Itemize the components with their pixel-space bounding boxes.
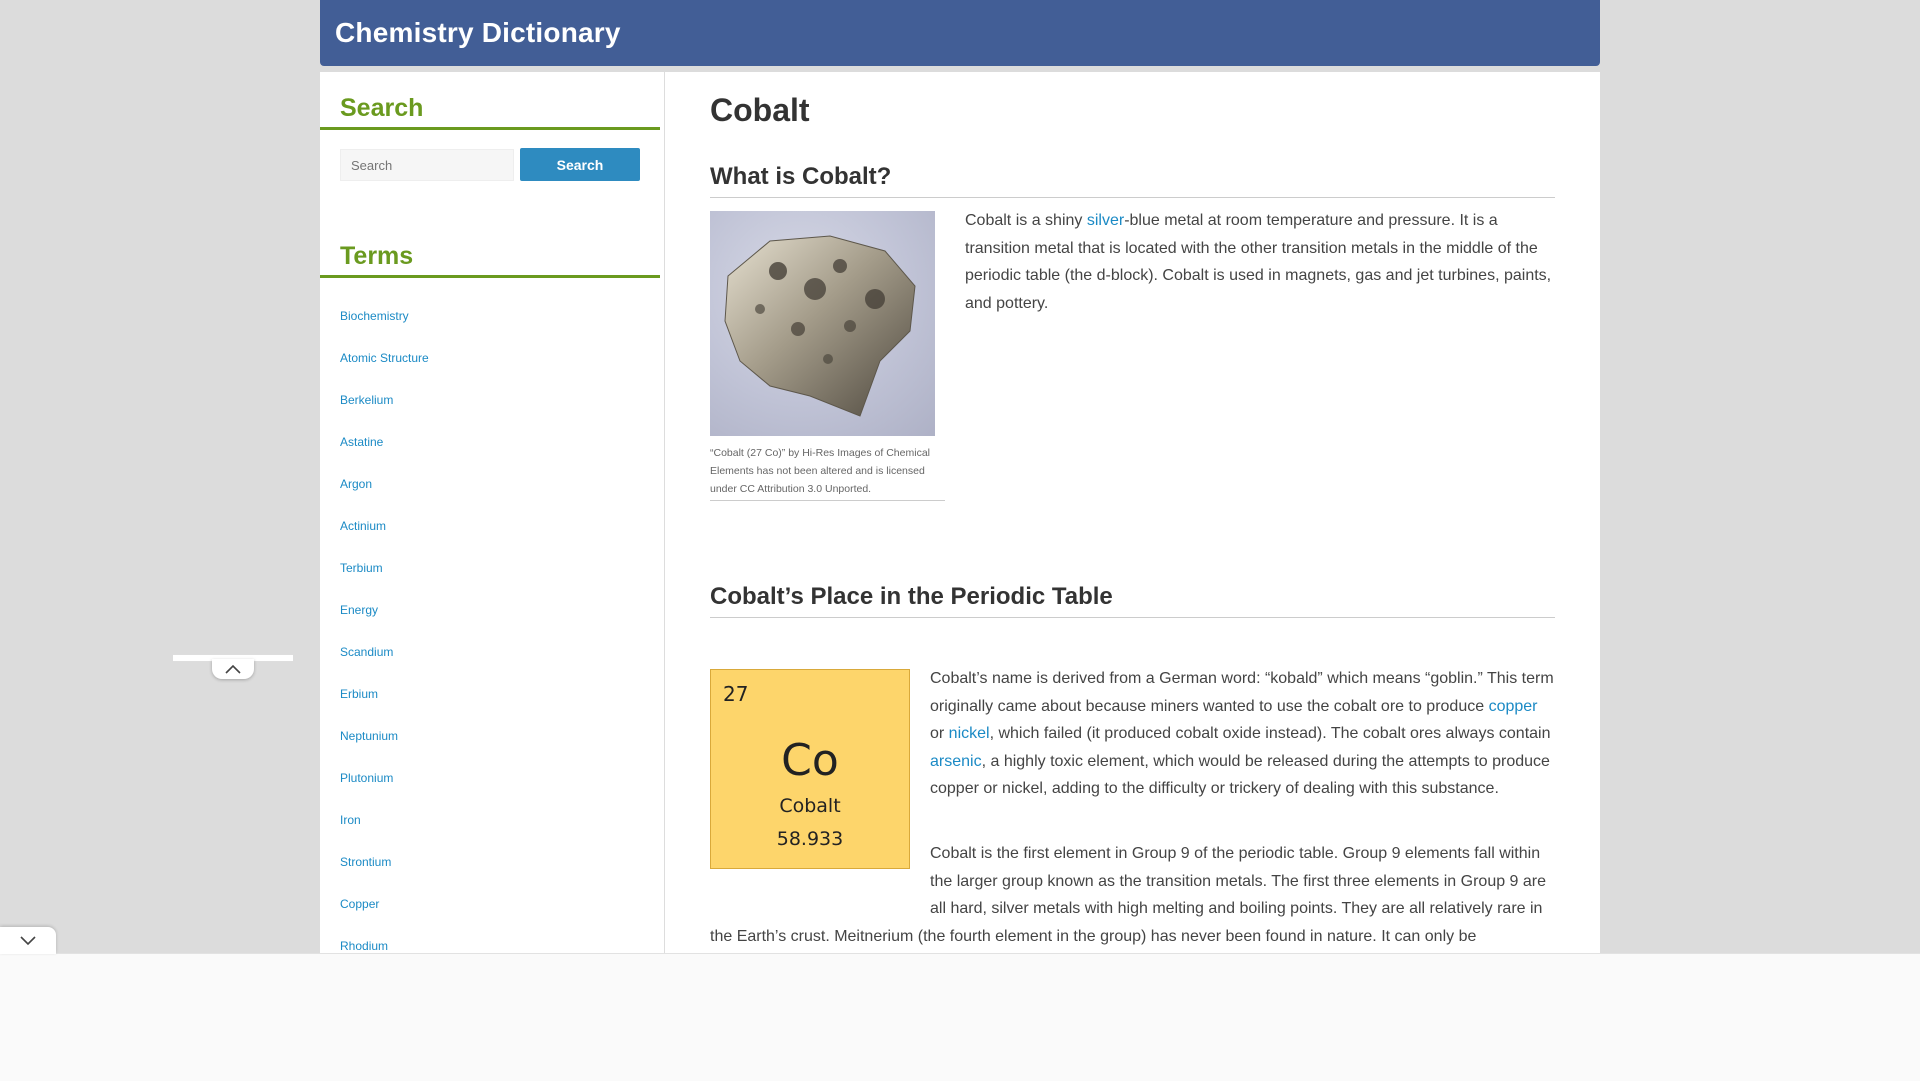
name-origin-paragraph: Cobalt’s name is derived from a German w… (930, 665, 1555, 803)
term-link[interactable]: Iron (340, 813, 361, 827)
term-link[interactable]: Atomic Structure (340, 351, 429, 365)
list-item: Copper (340, 895, 429, 937)
section-heading-what-is-cobalt: What is Cobalt? (710, 163, 1555, 198)
link-silver[interactable]: silver (1087, 212, 1124, 229)
list-item: Strontium (340, 853, 429, 895)
search-button[interactable]: Search (520, 148, 640, 181)
list-item: Berkelium (340, 391, 429, 433)
list-item: Argon (340, 475, 429, 517)
list-item: Actinium (340, 517, 429, 559)
collapse-ad-button[interactable] (0, 927, 56, 954)
term-link[interactable]: Biochemistry (340, 309, 409, 323)
chevron-up-icon (225, 664, 241, 674)
text-span: , a highly toxic element, which would be… (930, 752, 1550, 798)
term-link[interactable]: Berkelium (340, 393, 393, 407)
list-item: Plutonium (340, 769, 429, 811)
term-link[interactable]: Strontium (340, 855, 391, 869)
term-link[interactable]: Plutonium (340, 771, 393, 785)
text-span: or (930, 725, 949, 742)
page-wrapper: Search Search Terms Biochemistry Atomic … (320, 72, 1600, 1080)
list-item: Scandium (340, 643, 429, 685)
search-input[interactable] (340, 149, 514, 181)
term-link[interactable]: Actinium (340, 519, 386, 533)
term-link[interactable]: Scandium (340, 645, 393, 659)
list-item: Erbium (340, 685, 429, 727)
image-caption: “Cobalt (27 Co)” by Hi-Res Images of Che… (710, 444, 945, 501)
intro-paragraph: Cobalt is a shiny silver-blue metal at r… (965, 207, 1555, 317)
element-name: Cobalt (779, 795, 841, 817)
search-widget-title: Search (320, 94, 660, 130)
list-item: Terbium (340, 559, 429, 601)
cobalt-sample-image[interactable] (710, 211, 935, 436)
list-item: Energy (340, 601, 429, 643)
article-content: Cobalt What is Cobalt? “Cobalt (27 Co)” … (710, 72, 1555, 1080)
term-link[interactable]: Copper (340, 897, 379, 911)
term-link[interactable]: Energy (340, 603, 378, 617)
atomic-number: 27 (723, 682, 749, 706)
float-spacer (710, 840, 930, 897)
list-item: Astatine (340, 433, 429, 475)
link-arsenic[interactable]: arsenic (930, 753, 982, 770)
text-span: Cobalt’s name is derived from a German w… (930, 670, 1554, 715)
term-link[interactable]: Neptunium (340, 729, 398, 743)
term-link[interactable]: Erbium (340, 687, 378, 701)
list-item: Biochemistry (340, 307, 429, 349)
section-heading-periodic-table: Cobalt’s Place in the Periodic Table (710, 583, 1555, 618)
periodic-element-tile: 27 Co Cobalt 58.933 (710, 669, 910, 869)
term-link[interactable]: Argon (340, 477, 372, 491)
term-link[interactable]: Astatine (340, 435, 383, 449)
chevron-down-icon (20, 935, 36, 945)
scroll-up-button[interactable] (212, 659, 254, 679)
term-link[interactable]: Rhodium (340, 939, 388, 953)
list-item: Iron (340, 811, 429, 853)
terms-widget-title: Terms (320, 242, 660, 278)
site-title[interactable]: Chemistry Dictionary (335, 17, 621, 49)
term-link[interactable]: Terbium (340, 561, 383, 575)
link-copper[interactable]: copper (1489, 698, 1538, 715)
list-item: Atomic Structure (340, 349, 429, 391)
list-item: Neptunium (340, 727, 429, 769)
site-header: Chemistry Dictionary (320, 0, 1600, 66)
text-span: Cobalt is a shiny (965, 212, 1087, 229)
link-nickel[interactable]: nickel (949, 725, 990, 742)
terms-list: Biochemistry Atomic Structure Berkelium … (340, 307, 429, 979)
text-span: , which failed (it produced cobalt oxide… (989, 725, 1551, 742)
bottom-ad-area (0, 953, 1920, 1081)
cobalt-figure: “Cobalt (27 Co)” by Hi-Res Images of Che… (710, 211, 945, 501)
element-symbol: Co (781, 735, 839, 786)
sidebar: Search Search Terms Biochemistry Atomic … (320, 72, 665, 1080)
page-title: Cobalt (710, 92, 810, 128)
